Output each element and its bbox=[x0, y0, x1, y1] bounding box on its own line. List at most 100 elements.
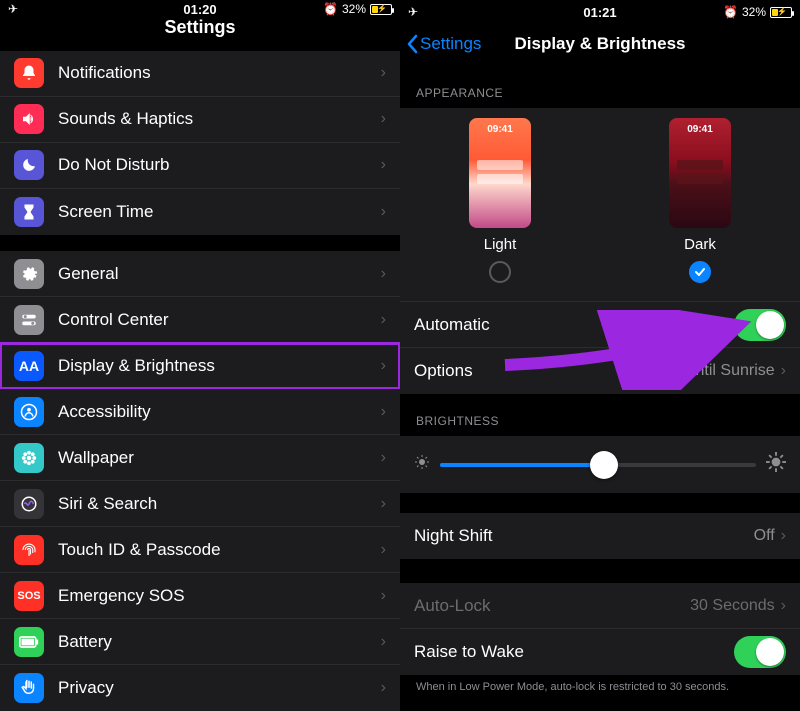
battery-icon: ⚡ bbox=[770, 7, 792, 18]
status-bar: ✈ 01:21 ⏰ 32% ⚡ bbox=[400, 0, 800, 22]
chevron-right-icon: › bbox=[381, 265, 386, 283]
night-shift-row[interactable]: Night Shift Off › bbox=[400, 513, 800, 559]
settings-row-notifications[interactable]: Notifications› bbox=[0, 51, 400, 97]
automatic-row: Automatic bbox=[400, 302, 800, 348]
section-header-appearance: APPEARANCE bbox=[400, 66, 800, 108]
settings-row-battery[interactable]: Battery› bbox=[0, 619, 400, 665]
status-bar: ✈ 01:20 ⏰ 32% ⚡ bbox=[0, 0, 400, 16]
light-preview: 09:41 bbox=[469, 118, 531, 228]
row-label: Screen Time bbox=[58, 202, 381, 222]
dark-radio[interactable] bbox=[689, 261, 711, 283]
display-brightness-screen: ✈ 01:21 ⏰ 32% ⚡ Settings Display & Brigh… bbox=[400, 0, 800, 711]
auto-lock-value: 30 Seconds bbox=[690, 597, 775, 615]
settings-row-wallpaper[interactable]: Wallpaper› bbox=[0, 435, 400, 481]
dark-preview: 09:41 bbox=[669, 118, 731, 228]
settings-row-display-brightness[interactable]: AA Display & Brightness› bbox=[0, 343, 400, 389]
settings-group-notifications: Notifications›Sounds & Haptics›Do Not Di… bbox=[0, 51, 400, 235]
auto-lock-label: Auto-Lock bbox=[414, 596, 690, 616]
status-time: 01:20 bbox=[0, 2, 400, 17]
chevron-right-icon: › bbox=[381, 541, 386, 559]
page-title: Display & Brightness bbox=[515, 34, 686, 54]
navbar: Settings bbox=[0, 16, 400, 40]
chevron-right-icon: › bbox=[381, 357, 386, 375]
hourglass-icon bbox=[14, 197, 44, 227]
chevron-right-icon: › bbox=[381, 403, 386, 421]
row-label: Emergency SOS bbox=[58, 586, 381, 606]
page-title: Settings bbox=[164, 17, 235, 38]
status-time: 01:21 bbox=[400, 5, 800, 20]
settings-row-emergency-sos[interactable]: SOSEmergency SOS› bbox=[0, 573, 400, 619]
settings-row-touch-id-passcode[interactable]: Touch ID & Passcode› bbox=[0, 527, 400, 573]
chevron-right-icon: › bbox=[781, 527, 786, 545]
automatic-toggle[interactable] bbox=[734, 309, 786, 341]
chevron-right-icon: › bbox=[381, 449, 386, 467]
back-button[interactable]: Settings bbox=[406, 22, 481, 66]
sun-high-icon bbox=[766, 452, 786, 477]
settings-row-control-center[interactable]: Control Center› bbox=[0, 297, 400, 343]
brightness-slider-row bbox=[400, 436, 800, 493]
raise-to-wake-label: Raise to Wake bbox=[414, 642, 734, 662]
row-label: Privacy bbox=[58, 678, 381, 698]
row-label: Touch ID & Passcode bbox=[58, 540, 381, 560]
settings-row-sounds-haptics[interactable]: Sounds & Haptics› bbox=[0, 97, 400, 143]
options-label: Options bbox=[414, 361, 646, 381]
bell-icon bbox=[14, 58, 44, 88]
chevron-right-icon: › bbox=[381, 679, 386, 697]
settings-screen: ✈ 01:20 ⏰ 32% ⚡ Settings Notifications›S… bbox=[0, 0, 400, 711]
speaker-icon bbox=[14, 104, 44, 134]
battery-icon: ⚡ bbox=[370, 4, 392, 15]
row-label: Battery bbox=[58, 632, 381, 652]
settings-row-accessibility[interactable]: Accessibility› bbox=[0, 389, 400, 435]
row-label: Notifications bbox=[58, 63, 381, 83]
appearance-selector: 09:41 Light 09:41 Dark bbox=[400, 108, 800, 302]
siri-icon bbox=[14, 489, 44, 519]
chevron-right-icon: › bbox=[381, 203, 386, 221]
fingerprint-icon bbox=[14, 535, 44, 565]
dark-label: Dark bbox=[684, 236, 716, 253]
chevron-right-icon: › bbox=[381, 587, 386, 605]
settings-row-privacy[interactable]: Privacy› bbox=[0, 665, 400, 711]
chevron-right-icon: › bbox=[381, 311, 386, 329]
battery-icon bbox=[14, 627, 44, 657]
settings-group-general: General›Control Center›AADisplay & Brigh… bbox=[0, 251, 400, 711]
person-icon bbox=[14, 397, 44, 427]
raise-to-wake-toggle[interactable] bbox=[734, 636, 786, 668]
automatic-label: Automatic bbox=[414, 315, 734, 335]
row-label: Display & Brightness bbox=[58, 356, 381, 376]
row-label: Accessibility bbox=[58, 402, 381, 422]
appearance-light-option[interactable]: 09:41 Light bbox=[469, 118, 531, 283]
chevron-right-icon: › bbox=[381, 64, 386, 82]
hand-icon bbox=[14, 673, 44, 703]
moon-icon bbox=[14, 150, 44, 180]
auto-lock-row[interactable]: Auto-Lock 30 Seconds › bbox=[400, 583, 800, 629]
sun-low-icon bbox=[414, 454, 430, 475]
back-label: Settings bbox=[420, 34, 481, 54]
settings-row-screen-time[interactable]: Screen Time› bbox=[0, 189, 400, 235]
night-shift-label: Night Shift bbox=[414, 526, 754, 546]
light-radio[interactable] bbox=[489, 261, 511, 283]
row-label: Siri & Search bbox=[58, 494, 381, 514]
chevron-right-icon: › bbox=[781, 597, 786, 615]
settings-row-general[interactable]: General› bbox=[0, 251, 400, 297]
raise-to-wake-row: Raise to Wake bbox=[400, 629, 800, 675]
row-label: Sounds & Haptics bbox=[58, 109, 381, 129]
settings-row-siri-search[interactable]: Siri & Search› bbox=[0, 481, 400, 527]
row-label: Wallpaper bbox=[58, 448, 381, 468]
row-label: Do Not Disturb bbox=[58, 155, 381, 175]
flower-icon bbox=[14, 443, 44, 473]
light-label: Light bbox=[484, 236, 517, 253]
settings-row-do-not-disturb[interactable]: Do Not Disturb› bbox=[0, 143, 400, 189]
aa-icon: AA bbox=[14, 351, 44, 381]
row-label: General bbox=[58, 264, 381, 284]
chevron-right-icon: › bbox=[381, 633, 386, 651]
section-header-brightness: BRIGHTNESS bbox=[400, 394, 800, 436]
chevron-right-icon: › bbox=[381, 495, 386, 513]
row-label: Control Center bbox=[58, 310, 381, 330]
chevron-right-icon: › bbox=[781, 362, 786, 380]
appearance-dark-option[interactable]: 09:41 Dark bbox=[669, 118, 731, 283]
auto-lock-footer: When in Low Power Mode, auto-lock is res… bbox=[400, 675, 800, 703]
options-row[interactable]: Options Dark Until Sunrise › bbox=[400, 348, 800, 394]
chevron-right-icon: › bbox=[381, 110, 386, 128]
switches-icon bbox=[14, 305, 44, 335]
brightness-slider[interactable] bbox=[440, 463, 756, 467]
